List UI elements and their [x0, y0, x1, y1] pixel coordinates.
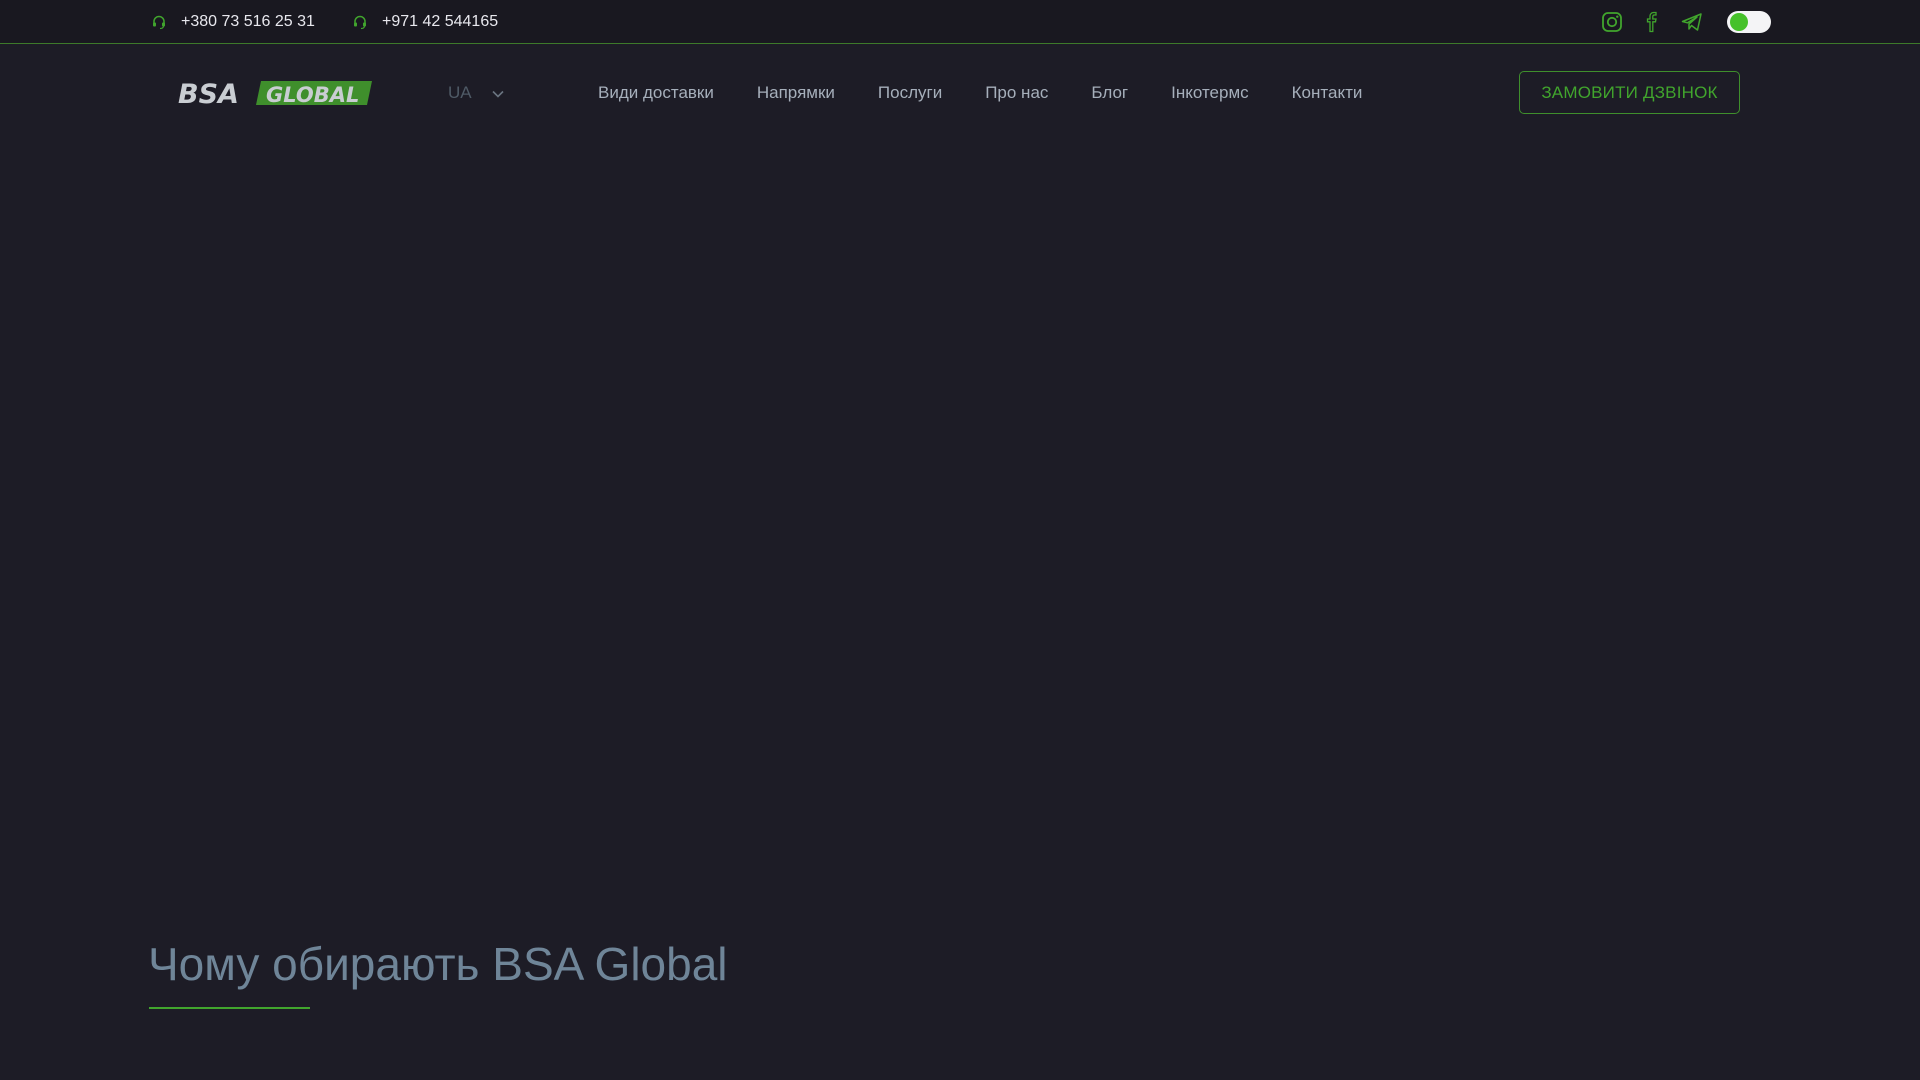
phone-number: +971 42 544165 [382, 13, 499, 30]
phone-link-uae[interactable]: +971 42 544165 [352, 11, 498, 33]
hero-area [0, 130, 1920, 910]
logo-word-global: GLOBAL [266, 83, 359, 107]
nav-item-about[interactable]: Про нас [985, 83, 1048, 103]
social-links [1600, 10, 1704, 34]
nav-item-delivery-types[interactable]: Види доставки [598, 83, 714, 103]
language-value: UA [448, 83, 472, 102]
phone-number: +380 73 516 25 31 [181, 13, 315, 30]
main-nav: Види доставки Напрямки Послуги Про нас Б… [598, 80, 1362, 106]
section-title-underline [149, 1007, 310, 1009]
headset-icon [151, 14, 167, 30]
facebook-icon[interactable] [1640, 10, 1664, 34]
order-call-button[interactable]: ЗАМОВИТИ ДЗВІНОК [1519, 71, 1740, 114]
logo[interactable]: BSA GLOBAL [178, 78, 372, 110]
instagram-icon[interactable] [1600, 10, 1624, 34]
nav-item-contacts[interactable]: Контакти [1292, 83, 1363, 103]
top-bar: +380 73 516 25 31 +971 42 544165 [0, 0, 1920, 44]
headset-icon [352, 14, 368, 30]
nav-item-incoterms[interactable]: Інкотермс [1171, 83, 1249, 103]
section-title: Чому обирають BSA Global [148, 938, 728, 990]
nav-item-directions[interactable]: Напрямки [757, 83, 835, 103]
chevron-down-icon [492, 83, 504, 103]
nav-item-blog[interactable]: Блог [1091, 83, 1128, 103]
nav-item-services[interactable]: Послуги [878, 83, 942, 103]
language-selector[interactable]: UA [448, 80, 504, 106]
telegram-icon[interactable] [1680, 10, 1704, 34]
phone-link-ukraine[interactable]: +380 73 516 25 31 [151, 11, 315, 33]
logo-word-bsa: BSA [178, 79, 239, 108]
theme-toggle[interactable] [1727, 11, 1771, 33]
theme-toggle-knob [1730, 13, 1748, 31]
